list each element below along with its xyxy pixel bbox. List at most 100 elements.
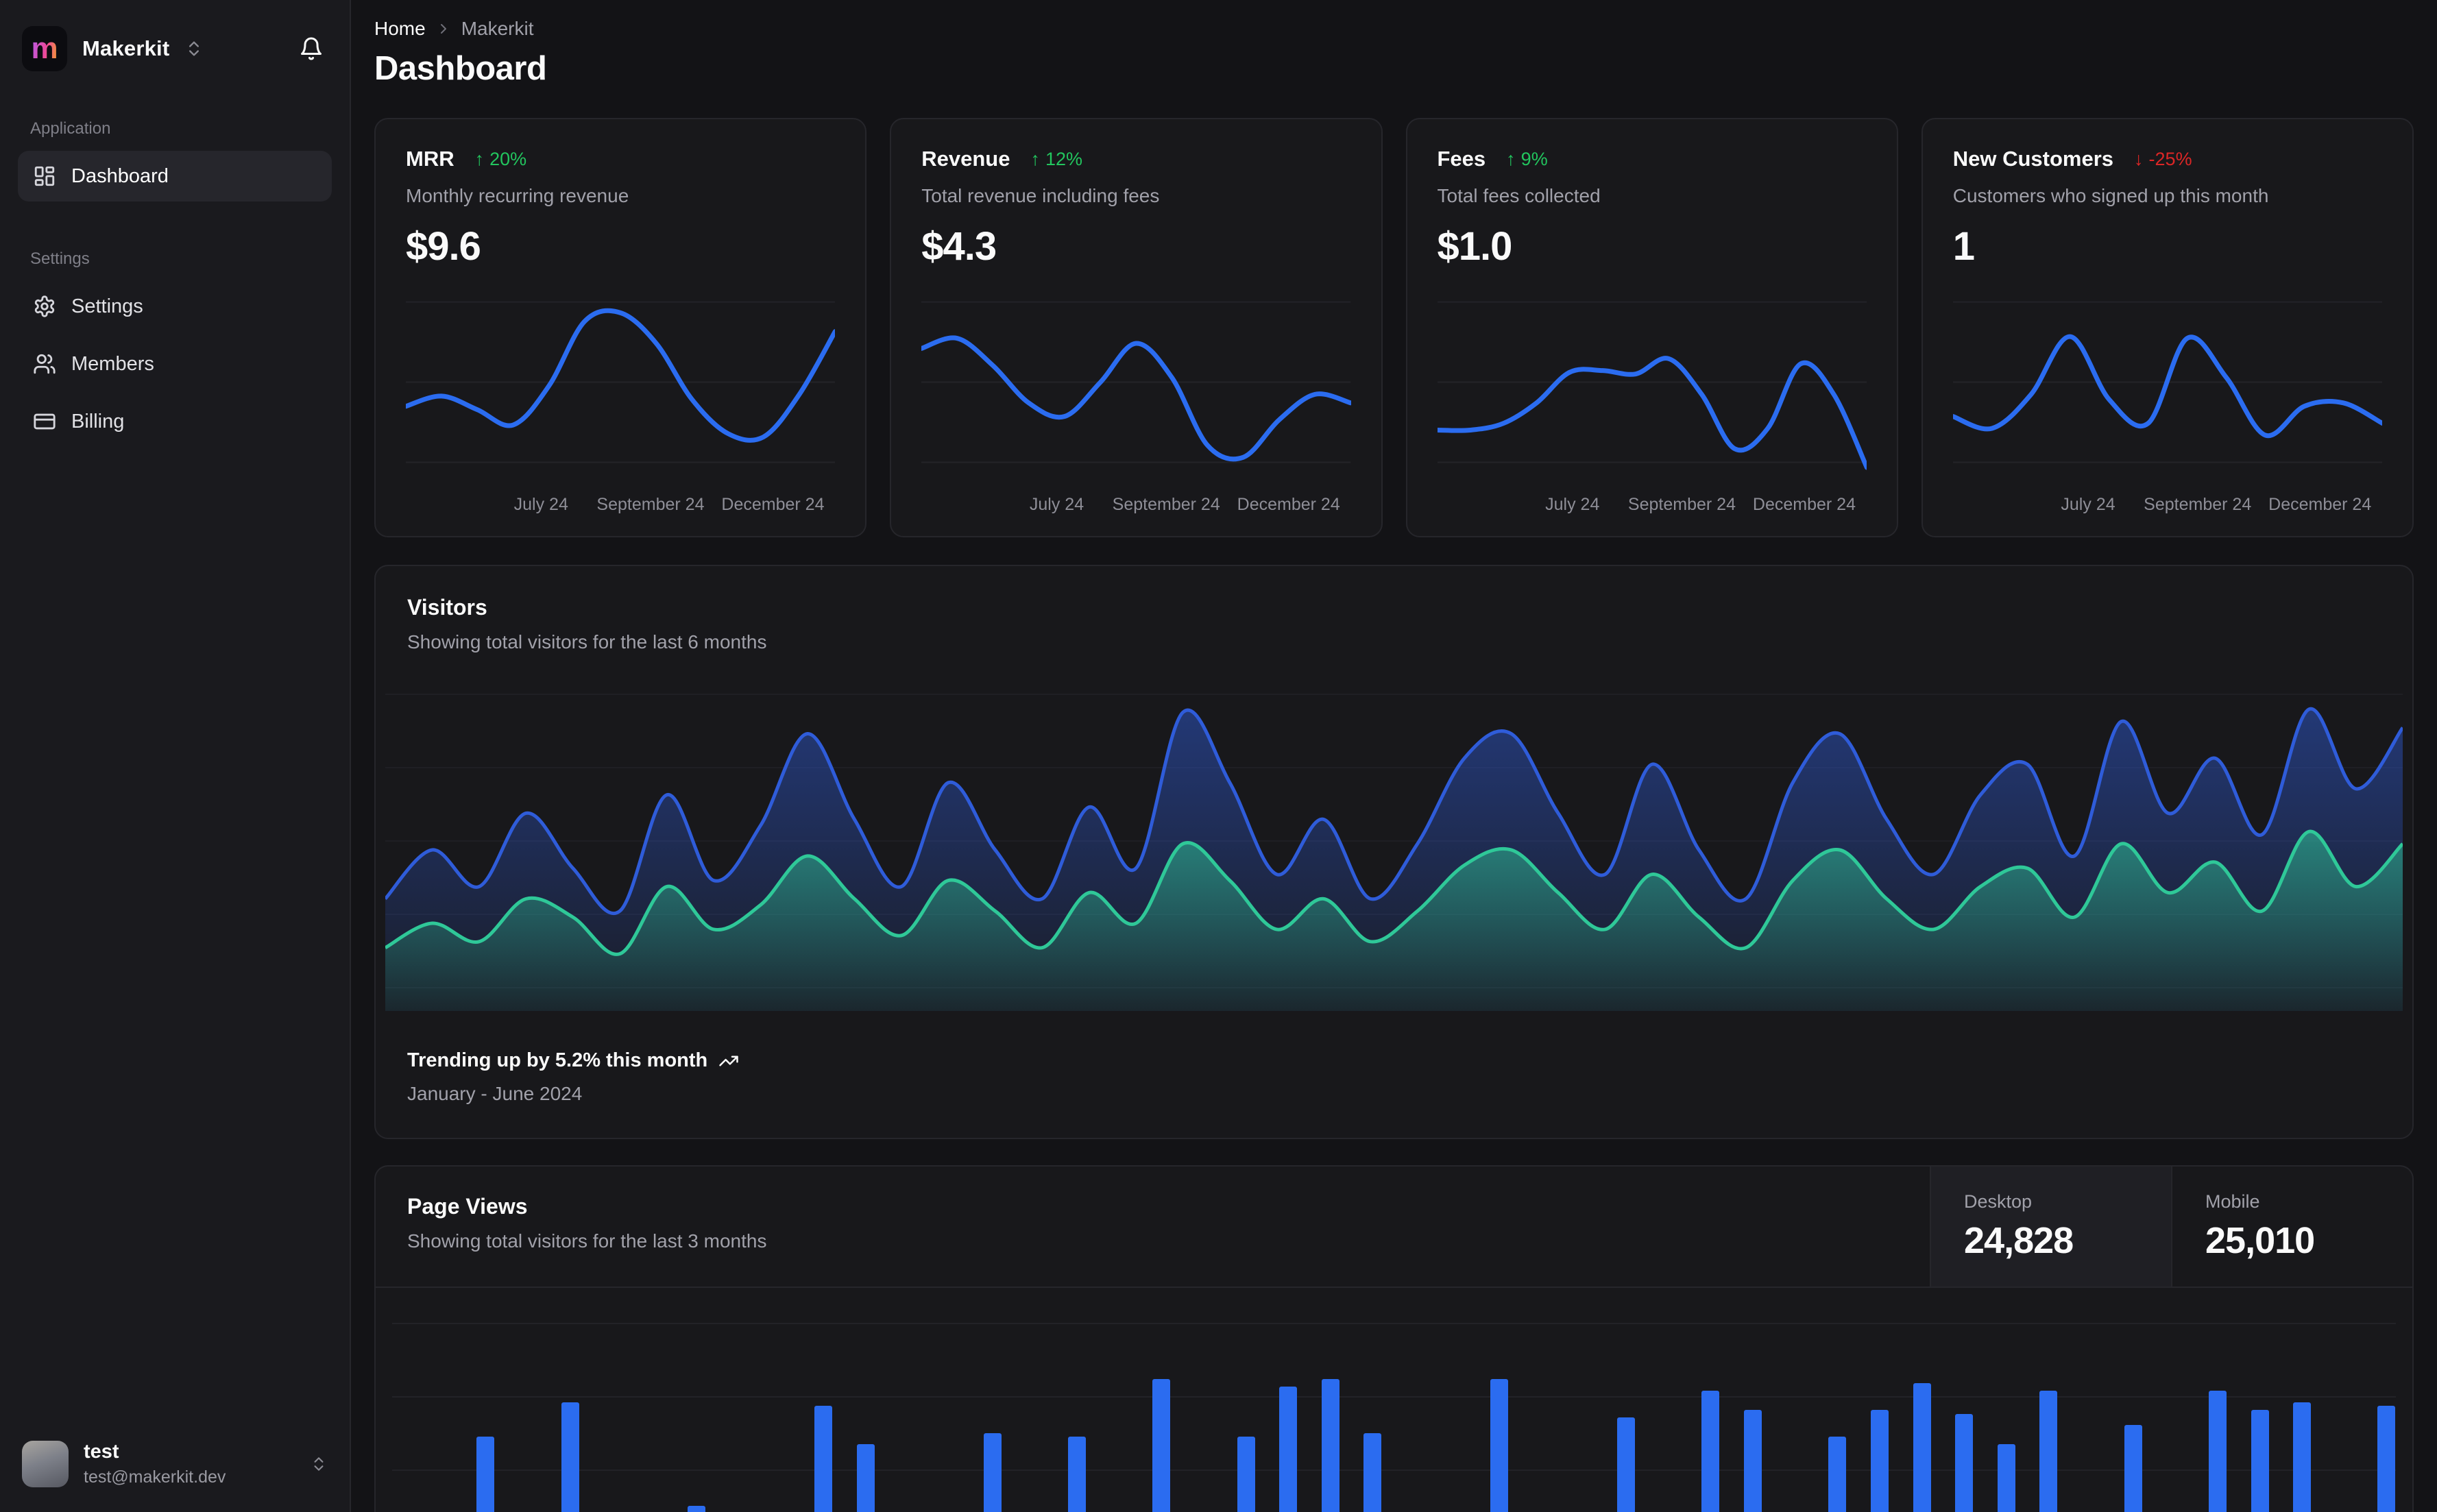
layout-dashboard-icon: [33, 164, 56, 188]
new-customers-sparkline-chart: July 24 September 24 December 24: [1950, 293, 2385, 521]
visitors-title: Visitors: [407, 595, 487, 620]
chevrons-up-down-icon: [184, 39, 204, 58]
sidebar-item-label: Billing: [71, 410, 125, 432]
bar: [1701, 1391, 1720, 1512]
stat-card-revenue: Revenue ↑ 12% Total revenue including fe…: [890, 118, 1383, 537]
visitors-subtitle: Showing total visitors for the last 6 mo…: [407, 631, 767, 653]
bar: [1490, 1379, 1509, 1512]
bar: [1068, 1437, 1086, 1512]
sidebar: m Makerkit Application Dashboard Setting…: [0, 0, 351, 1512]
bar: [2251, 1410, 2269, 1512]
sidebar-item-label: Dashboard: [71, 164, 169, 187]
bar: [2039, 1391, 2058, 1512]
chevrons-up-down-icon: [310, 1455, 328, 1473]
stat-value: $4.3: [921, 224, 997, 269]
x-axis-label: December 24: [721, 495, 825, 514]
x-axis-label: September 24: [1112, 495, 1220, 514]
page-views-subtitle: Showing total visitors for the last 3 mo…: [407, 1230, 767, 1252]
trending-up-icon: [718, 1051, 739, 1071]
bell-icon[interactable]: [295, 32, 328, 65]
bar: [2124, 1425, 2142, 1512]
bar: [1997, 1444, 2015, 1512]
desktop-value: 24,828: [1964, 1220, 2074, 1261]
bar: [2377, 1406, 2396, 1512]
bar: [1237, 1437, 1255, 1512]
desktop-label: Desktop: [1964, 1191, 2033, 1212]
page-title: Dashboard: [374, 50, 547, 87]
page-views-panel: Page Views Showing total visitors for th…: [374, 1165, 2414, 1512]
arrow-down-icon: ↓: [2134, 148, 2144, 169]
arrow-up-icon: ↑: [474, 148, 485, 169]
visitors-date-range: January - June 2024: [407, 1083, 583, 1104]
stat-title: MRR: [406, 147, 454, 171]
stat-title: New Customers: [1952, 147, 2114, 171]
stat-title: Revenue: [921, 147, 1010, 171]
trend-badge: ↑ 9%: [1506, 148, 1548, 169]
user-menu[interactable]: test test@makerkit.dev: [18, 1437, 332, 1491]
stats-grid: MRR ↑ 20% Monthly recurring revenue $9.6…: [374, 118, 2414, 537]
settings-icon: [33, 295, 56, 318]
users-icon: [33, 352, 56, 376]
bar: [561, 1402, 579, 1512]
trend-badge: ↓ -25%: [2134, 148, 2192, 169]
revenue-sparkline-chart: July 24 September 24 December 24: [919, 293, 1353, 521]
visitors-area-chart: [385, 689, 2403, 1011]
workspace-logo: m: [22, 26, 67, 71]
stat-description: Monthly recurring revenue: [406, 185, 629, 206]
bar: [1955, 1413, 1974, 1512]
bar: [1744, 1410, 1762, 1512]
sidebar-item-members[interactable]: Members: [18, 339, 332, 389]
stat-description: Total fees collected: [1437, 185, 1601, 206]
arrow-up-icon: ↑: [1030, 148, 1040, 169]
mobile-toggle[interactable]: Mobile 25,010: [2171, 1167, 2412, 1287]
bar: [1913, 1382, 1931, 1512]
arrow-up-icon: ↑: [1506, 148, 1516, 169]
page-views-title: Page Views: [407, 1194, 528, 1219]
sidebar-item-dashboard[interactable]: Dashboard: [18, 151, 332, 202]
bar: [1279, 1387, 1298, 1512]
breadcrumb: Home Makerkit: [374, 18, 2414, 40]
user-name: test: [84, 1441, 119, 1463]
x-axis-label: July 24: [2061, 495, 2115, 514]
bar: [856, 1444, 875, 1512]
x-axis-label: July 24: [1029, 495, 1084, 514]
trend-badge: ↑ 20%: [474, 148, 527, 169]
mobile-value: 25,010: [2205, 1220, 2315, 1261]
bar: [2208, 1391, 2227, 1512]
bar: [1321, 1379, 1339, 1512]
stat-card-new-customers: New Customers ↓ -25% Customers who signe…: [1921, 118, 2414, 537]
sidebar-item-settings[interactable]: Settings: [18, 281, 332, 332]
chevron-right-icon: [435, 21, 452, 37]
x-axis-label: December 24: [1237, 495, 1340, 514]
mrr-sparkline-chart: July 24 September 24 December 24: [403, 293, 838, 521]
stat-description: Customers who signed up this month: [1952, 185, 2269, 206]
avatar: [22, 1441, 69, 1487]
bar: [1828, 1437, 1847, 1512]
stat-value: 1: [1952, 224, 1975, 269]
workspace-switcher[interactable]: m Makerkit: [18, 21, 332, 77]
credit-card-icon: [33, 410, 56, 433]
bar: [983, 1432, 1002, 1512]
stat-value: $1.0: [1437, 224, 1513, 269]
breadcrumb-current: Makerkit: [461, 18, 534, 39]
page-views-bar-chart: [392, 1295, 2396, 1512]
sidebar-item-label: Members: [71, 352, 154, 375]
stat-card-mrr: MRR ↑ 20% Monthly recurring revenue $9.6…: [374, 118, 867, 537]
sidebar-section-application: Application: [30, 119, 111, 138]
bar: [476, 1437, 495, 1512]
x-axis-label: July 24: [513, 495, 568, 514]
stat-value: $9.6: [406, 224, 481, 269]
x-axis-label: December 24: [1752, 495, 1856, 514]
stat-card-fees: Fees ↑ 9% Total fees collected $1.0 July…: [1405, 118, 1898, 537]
bar: [1870, 1410, 1889, 1512]
sidebar-item-label: Settings: [71, 295, 143, 317]
breadcrumb-home-link[interactable]: Home: [374, 18, 426, 40]
trend-badge: ↑ 12%: [1030, 148, 1083, 169]
sidebar-item-billing[interactable]: Billing: [18, 396, 332, 447]
bar: [1152, 1379, 1171, 1512]
x-axis-label: September 24: [2144, 495, 2252, 514]
fees-sparkline-chart: July 24 September 24 December 24: [1435, 293, 1869, 521]
desktop-toggle[interactable]: Desktop 24,828: [1930, 1167, 2171, 1287]
main-content: Home Makerkit Dashboard MRR ↑ 20% Monthl…: [351, 0, 2437, 1512]
visitors-panel: Visitors Showing total visitors for the …: [374, 565, 2414, 1139]
